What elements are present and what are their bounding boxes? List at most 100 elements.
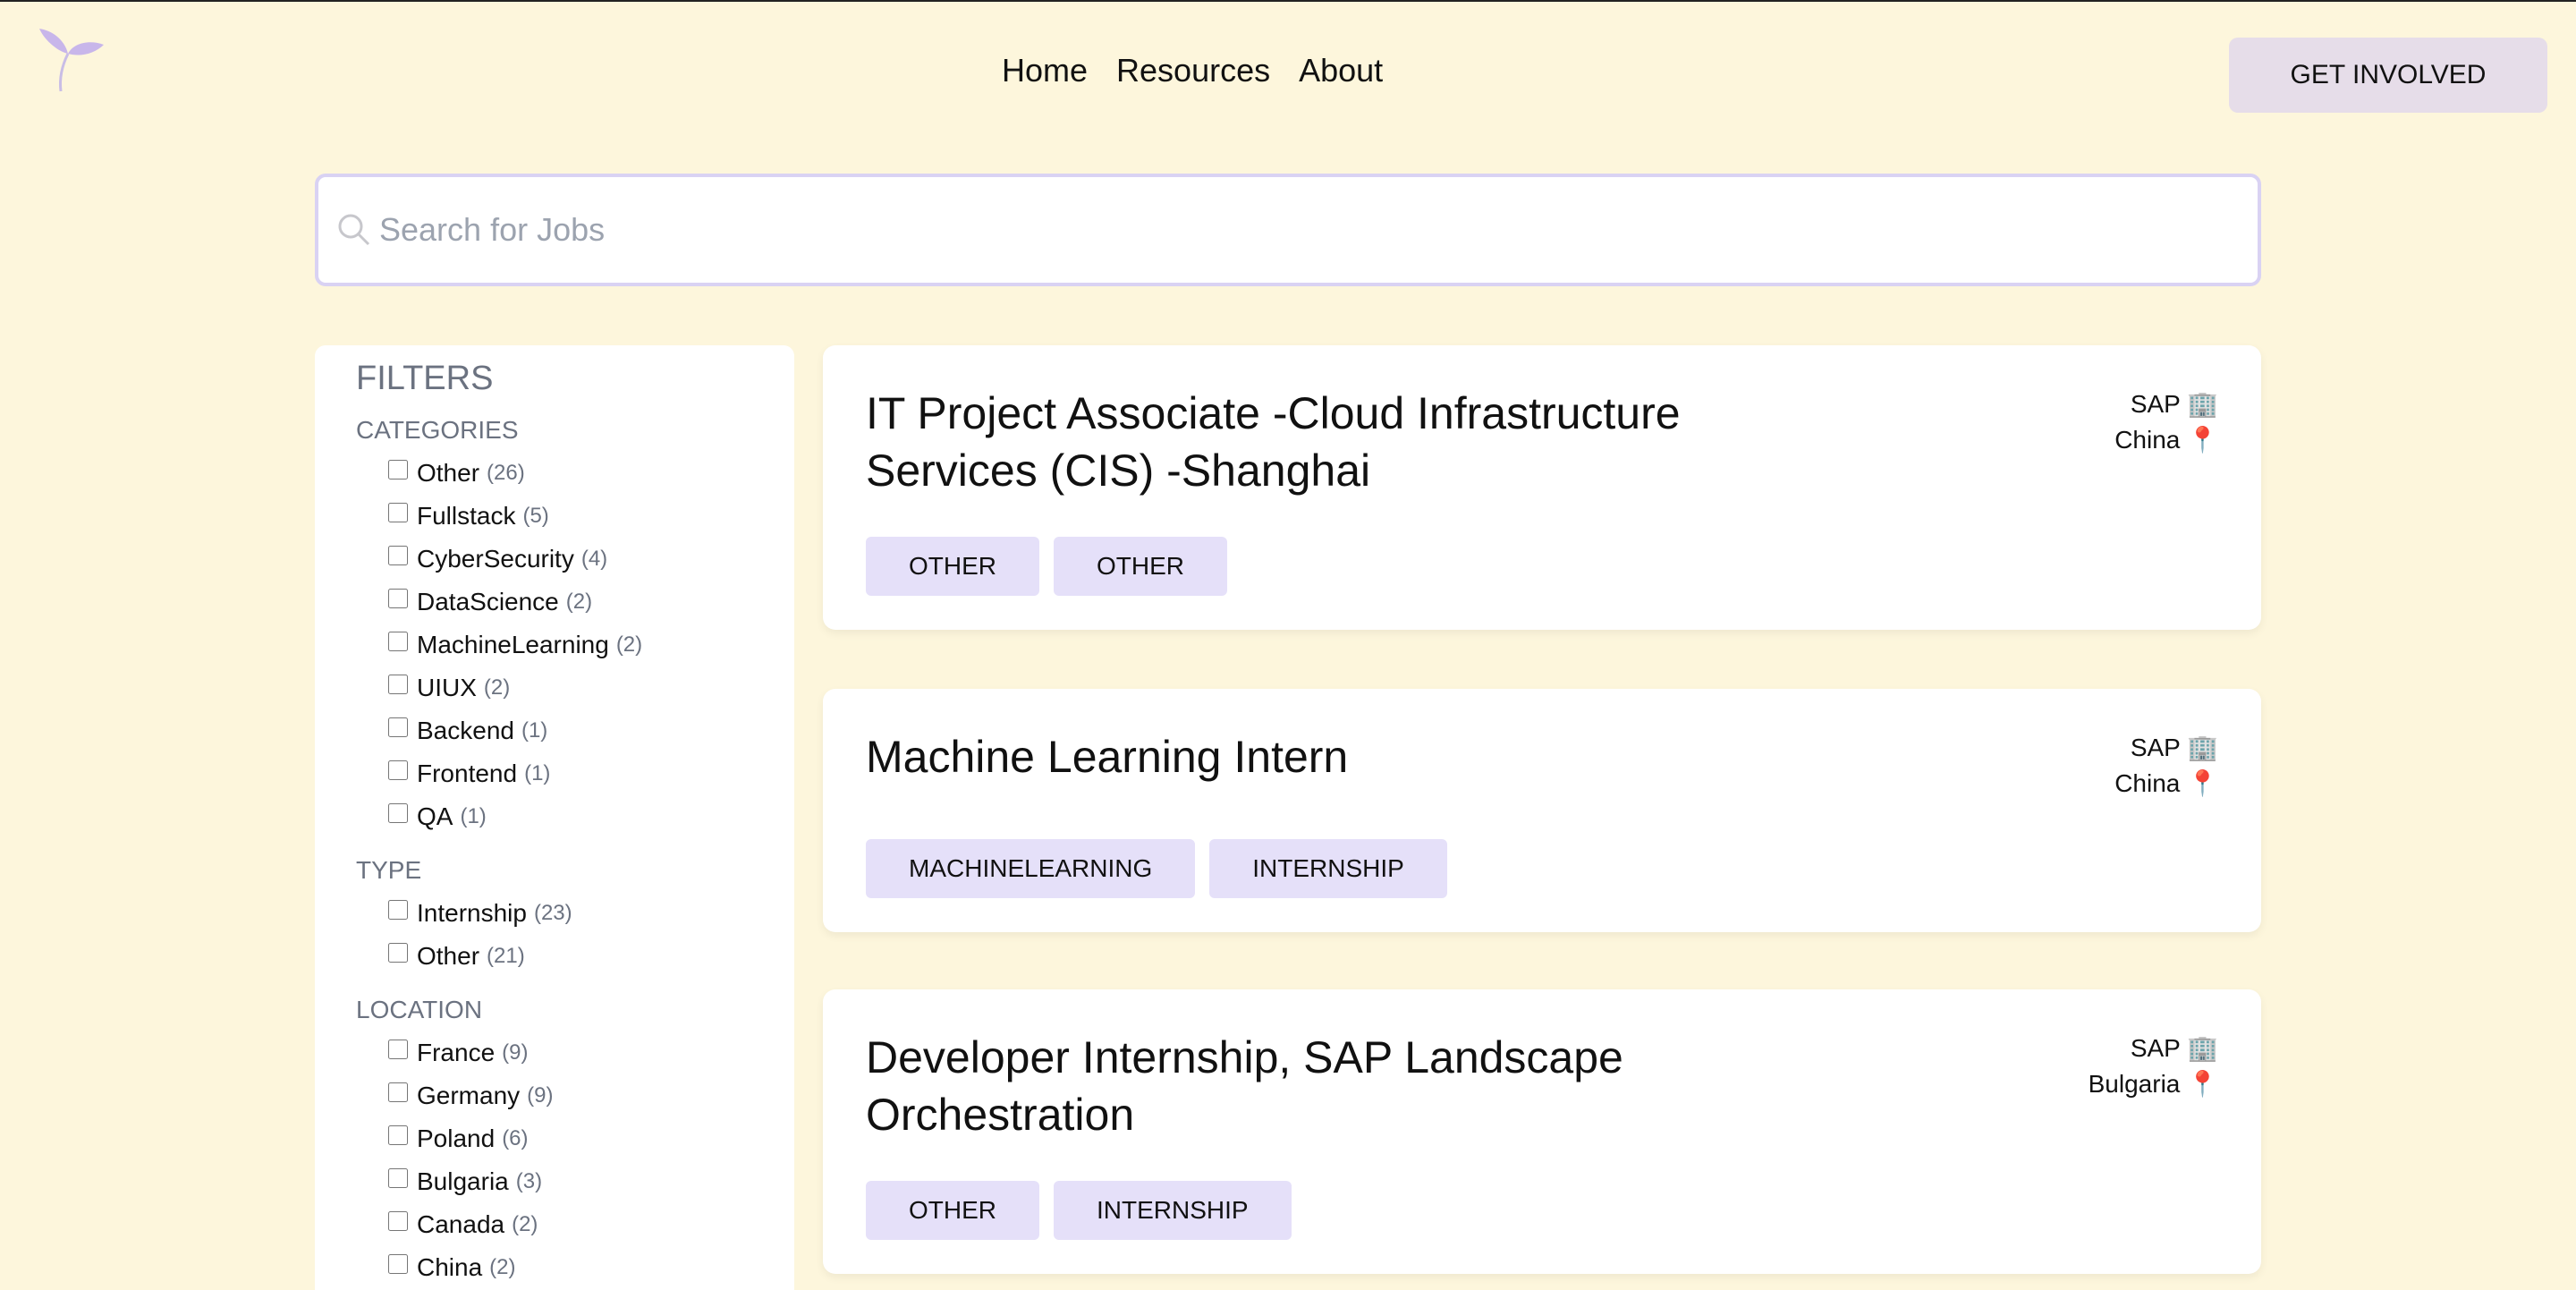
type-heading: TYPE [356,856,422,884]
location-checkbox[interactable] [388,1254,408,1274]
category-filter-option[interactable]: MachineLearning (2) [356,624,794,666]
filter-option-count: (1) [460,804,487,828]
job-tag: OTHER [866,537,1039,596]
type-checkbox[interactable] [388,900,408,920]
job-tags: OTHER INTERNSHIP [866,1181,1292,1240]
job-tag: OTHER [1054,537,1227,596]
category-filter-option[interactable]: QA (1) [356,795,794,838]
filter-option-count: (3) [515,1169,543,1193]
location-filter-option[interactable]: Poland (6) [356,1117,794,1160]
search-icon [338,214,370,246]
type-checkbox[interactable] [388,943,408,963]
filter-option-label: Frontend [417,760,518,787]
filter-option-count: (21) [487,944,525,968]
job-tag: INTERNSHIP [1209,839,1447,898]
search-bar [315,174,2261,286]
category-filter-option[interactable]: Other (26) [356,452,794,495]
job-company: SAP 🏢 [2130,390,2218,418]
category-filter-option[interactable]: Backend (1) [356,709,794,752]
job-title: IT Project Associate -Cloud Infrastructu… [866,388,1681,496]
filter-option-label: Poland [417,1125,496,1152]
location-filter-option[interactable]: France (9) [356,1031,794,1074]
category-checkbox[interactable] [388,717,408,737]
logo[interactable] [36,27,107,95]
filter-option-count: (2) [489,1255,516,1279]
category-filter-option[interactable]: Fullstack (5) [356,495,794,538]
search-input[interactable] [379,211,2258,249]
filter-option-count: (2) [615,632,643,657]
job-meta: SAP 🏢 China 📍 [2114,386,2218,458]
sprout-logo-icon [39,29,104,92]
job-card[interactable]: IT Project Associate -Cloud Infrastructu… [823,345,2261,630]
job-location: China 📍 [2114,769,2218,797]
filter-option-label: Fullstack [417,502,516,530]
location-filter-option[interactable]: China (2) [356,1246,794,1289]
filter-option-count: (2) [483,675,511,700]
category-checkbox[interactable] [388,589,408,608]
filter-option-label: Other [417,942,480,970]
filter-option-label: QA [417,802,453,830]
nav-home[interactable]: Home [1002,52,1088,89]
location-checkbox[interactable] [388,1168,408,1188]
location-filter-option[interactable]: Germany (9) [356,1074,794,1117]
filter-option-count: (9) [502,1040,529,1065]
location-checkbox[interactable] [388,1211,408,1231]
main-nav: Home Resources About [1002,52,1383,89]
type-list: Internship (23) Other (21) [356,892,794,978]
category-checkbox[interactable] [388,546,408,565]
category-checkbox[interactable] [388,503,408,522]
get-involved-button[interactable]: GET INVOLVED [2229,38,2547,113]
categories-heading: CATEGORIES [356,416,519,444]
category-checkbox[interactable] [388,803,408,823]
category-filter-option[interactable]: DataScience (2) [356,581,794,624]
filter-option-count: (2) [512,1212,538,1236]
filter-option-count: (9) [527,1083,554,1108]
filter-option-label: Bulgaria [417,1167,509,1195]
job-company: SAP 🏢 [2130,734,2218,761]
category-filter-option[interactable]: CyberSecurity (4) [356,538,794,581]
filter-option-label: CyberSecurity [417,545,574,573]
filter-option-count: (2) [565,590,593,614]
location-filter-option[interactable]: Bulgaria (3) [356,1160,794,1203]
location-checkbox[interactable] [388,1125,408,1145]
categories-list: Other (26) Fullstack (5) CyberSecurity (4) Dat… [356,452,794,838]
filter-option-label: MachineLearning [417,631,609,658]
job-title: Machine Learning Intern [866,732,1349,782]
filter-option-label: Backend [417,717,514,744]
job-card[interactable]: Machine Learning Intern SAP 🏢 China 📍 MA… [823,689,2261,932]
filter-option-count: (6) [502,1126,529,1150]
job-tag: OTHER [866,1181,1039,1240]
job-title: Developer Internship, SAP Landscape Orch… [866,1032,1623,1140]
nav-about[interactable]: About [1299,52,1383,89]
filter-option-label: France [417,1039,496,1066]
filters-title: FILTERS [356,360,494,397]
location-checkbox[interactable] [388,1082,408,1102]
job-location: Bulgaria 📍 [2088,1070,2218,1098]
filter-option-count: (1) [521,718,548,743]
category-filter-option[interactable]: Frontend (1) [356,752,794,795]
category-checkbox[interactable] [388,632,408,651]
location-filter-option[interactable]: Canada (2) [356,1203,794,1246]
job-tag: INTERNSHIP [1054,1181,1292,1240]
job-tags: OTHER OTHER [866,537,1227,596]
type-filter-option[interactable]: Other (21) [356,935,794,978]
location-list: France (9) Germany (9) Poland (6) Bulgaria (3) C… [356,1031,794,1289]
filter-option-count: (1) [524,761,551,785]
filter-option-label: China [417,1253,483,1281]
filter-option-label: DataScience [417,588,559,615]
nav-resources[interactable]: Resources [1116,52,1270,89]
filter-option-count: (5) [522,504,549,528]
filters-panel: FILTERS CATEGORIES Other (26) Fullstack (5)… [315,345,794,1290]
location-heading: LOCATION [356,996,483,1023]
category-filter-option[interactable]: UIUX (2) [356,666,794,709]
job-tags: MACHINELEARNING INTERNSHIP [866,839,1447,898]
category-checkbox[interactable] [388,460,408,480]
location-checkbox[interactable] [388,1040,408,1059]
category-checkbox[interactable] [388,675,408,694]
type-filter-option[interactable]: Internship (23) [356,892,794,935]
job-meta: SAP 🏢 China 📍 [2114,730,2218,802]
category-checkbox[interactable] [388,760,408,780]
filter-option-count: (4) [580,547,608,571]
filter-option-label: Canada [417,1210,505,1238]
job-card[interactable]: Developer Internship, SAP Landscape Orch… [823,989,2261,1274]
